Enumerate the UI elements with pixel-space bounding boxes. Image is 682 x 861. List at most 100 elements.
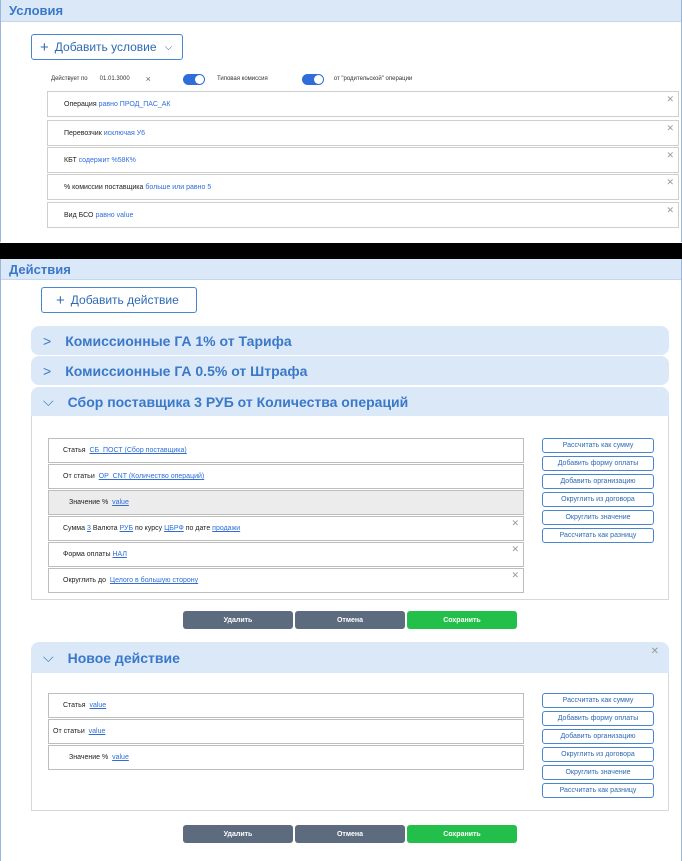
condition-operator[interactable]: содержит <box>79 157 110 164</box>
delete-button[interactable]: Удалить <box>183 611 293 629</box>
field-label: От статьи <box>53 728 85 735</box>
condition-field: Вид БСО <box>64 211 94 219</box>
field-statya[interactable]: Статья СБ_ПОСТ (Сбор поставщика) <box>48 438 524 463</box>
condition-row[interactable]: % комиссии поставщика больше или равно 5… <box>47 174 679 200</box>
field-label: Сумма <box>63 525 85 532</box>
close-icon[interactable]: ✕ <box>651 646 659 657</box>
field-summa[interactable]: Сумма 3 Валюта РУБ по курсу ЦБРФ по дате… <box>48 516 524 541</box>
accordion-title: Сбор поставщика 3 РУБ от Количества опер… <box>67 393 409 410</box>
valid-until-date[interactable]: 01.01.3000 <box>100 76 130 82</box>
close-icon[interactable]: ✕ <box>666 205 674 216</box>
condition-field: КБТ <box>64 156 77 164</box>
cancel-button[interactable]: Отмена <box>295 611 405 629</box>
add-organization-button[interactable]: Добавить организацию <box>542 729 654 744</box>
field-label: Значение % <box>69 499 109 506</box>
condition-operator[interactable]: больше или равно <box>145 184 205 191</box>
round-from-contract-button[interactable]: Округлить из договора <box>542 492 654 507</box>
add-payment-form-button[interactable]: Добавить форму оплаты <box>542 456 654 471</box>
cancel-button[interactable]: Отмена <box>295 825 405 843</box>
field-value-link[interactable]: Целого в большую сторону <box>110 577 198 584</box>
close-icon[interactable]: ✕ <box>511 544 519 555</box>
field-value-link[interactable]: value <box>112 754 129 761</box>
accordion-commission-tariff[interactable]: > Комиссионные ГА 1% от Тарифа <box>31 326 669 355</box>
field-value-link[interactable]: РУБ <box>120 525 134 532</box>
page: Условия + Добавить условие ⌵ Действует п… <box>0 0 682 861</box>
field-label: Значение % <box>69 754 109 761</box>
condition-value[interactable]: У6 <box>137 130 145 137</box>
add-payment-form-button[interactable]: Добавить форму оплаты <box>542 711 654 726</box>
chevron-down-icon: ⌵ <box>43 393 54 409</box>
field-statya[interactable]: Статья value <box>48 693 524 718</box>
field-znachenie[interactable]: Значение % value <box>48 745 524 770</box>
delete-button[interactable]: Удалить <box>183 825 293 843</box>
valid-until-label: Действует по <box>51 76 88 82</box>
round-value-button[interactable]: Округлить значение <box>542 765 654 780</box>
calc-as-difference-button[interactable]: Рассчитать как разницу <box>542 783 654 798</box>
field-ot-statyi[interactable]: От статьи value <box>48 719 524 744</box>
condition-row[interactable]: Операция равно ПРОД_ПАС_АК ✕ <box>47 91 679 117</box>
field-value-link[interactable]: СБ_ПОСТ (Сбор поставщика) <box>89 447 186 454</box>
field-value-link[interactable]: продажи <box>212 525 240 532</box>
condition-operator[interactable]: равно <box>95 212 114 219</box>
condition-value[interactable]: ПРОД_ПАС_АК <box>120 101 171 108</box>
condition-row[interactable]: Перевозчик исключая У6 ✕ <box>47 120 679 146</box>
field-label: Статья <box>63 702 86 709</box>
close-icon[interactable]: ✕ <box>511 518 519 529</box>
field-value-link[interactable]: ЦБРФ <box>164 525 184 532</box>
parent-operation-toggle[interactable] <box>301 73 324 85</box>
conditions-title: Условия <box>1 0 681 22</box>
save-button[interactable]: Сохранить <box>407 825 517 843</box>
plus-icon: + <box>56 291 65 309</box>
condition-value[interactable]: value <box>117 212 134 219</box>
save-button[interactable]: Сохранить <box>407 611 517 629</box>
add-condition-label: Добавить условие <box>54 40 157 54</box>
field-okruglit[interactable]: Округлить до Целого в большую сторону ✕ <box>48 568 524 593</box>
condition-field: Операция <box>64 100 97 108</box>
add-condition-button[interactable]: + Добавить условие ⌵ <box>31 34 183 60</box>
calc-as-sum-button[interactable]: Рассчитать как сумму <box>542 693 654 708</box>
condition-operator[interactable]: исключая <box>104 130 135 137</box>
condition-field: Перевозчик <box>64 129 102 137</box>
field-forma-oplaty[interactable]: Форма оплаты НАЛ ✕ <box>48 542 524 567</box>
field-label: по дате <box>185 525 211 532</box>
field-ot-statyi[interactable]: От статьи OP_CNT (Количество операций) <box>48 464 524 489</box>
close-icon[interactable]: ✕ <box>666 150 674 161</box>
clear-date-icon[interactable]: × <box>146 74 151 84</box>
condition-value[interactable]: %58К% <box>112 157 136 164</box>
accordion-new-action[interactable]: ⌵ Новое действие ✕ <box>31 642 669 673</box>
round-from-contract-button[interactable]: Округлить из договора <box>542 747 654 762</box>
accordion-title: Комиссионные ГА 1% от Тарифа <box>65 332 292 349</box>
add-organization-button[interactable]: Добавить организацию <box>542 474 654 489</box>
plus-icon: + <box>40 38 49 56</box>
field-value-link[interactable]: 3 <box>87 525 91 532</box>
condition-row[interactable]: КБТ содержит %58К% ✕ <box>47 147 679 173</box>
divider-bar <box>0 243 682 259</box>
field-label: От статьи <box>63 473 95 480</box>
field-znachenie[interactable]: Значение % value <box>48 490 524 515</box>
calc-as-difference-button[interactable]: Рассчитать как разницу <box>542 528 654 543</box>
typical-commission-toggle[interactable] <box>182 73 205 85</box>
close-icon[interactable]: ✕ <box>666 94 674 105</box>
field-value-link[interactable]: value <box>89 702 106 709</box>
calc-as-sum-button[interactable]: Рассчитать как сумму <box>542 438 654 453</box>
field-value-link[interactable]: value <box>89 728 106 735</box>
condition-row[interactable]: Вид БСО равно value ✕ <box>47 202 679 228</box>
condition-operator[interactable]: равно <box>99 101 118 108</box>
field-value-link[interactable]: НАЛ <box>112 551 126 558</box>
add-action-label: Добавить действие <box>70 293 179 307</box>
field-label: Округлить до <box>63 577 106 584</box>
accordion-supplier-fee[interactable]: ⌵ Сбор поставщика 3 РУБ от Количества оп… <box>31 387 669 416</box>
condition-value[interactable]: 5 <box>207 184 211 191</box>
field-label: Статья <box>63 447 86 454</box>
close-icon[interactable]: ✕ <box>511 570 519 581</box>
round-value-button[interactable]: Округлить значение <box>542 510 654 525</box>
add-action-button[interactable]: + Добавить действие <box>41 287 197 313</box>
field-value-link[interactable]: OP_CNT (Количество операций) <box>99 473 205 480</box>
close-icon[interactable]: ✕ <box>666 123 674 134</box>
actions-title: Действия <box>1 259 681 280</box>
condition-field: % комиссии поставщика <box>64 183 144 191</box>
close-icon[interactable]: ✕ <box>666 177 674 188</box>
filters-bar: Действует по 01.01.3000 × Типовая комисс… <box>51 71 412 87</box>
field-value-link[interactable]: value <box>112 499 129 506</box>
accordion-commission-fine[interactable]: > Комиссионные ГА 0.5% от Штрафа <box>31 356 669 385</box>
